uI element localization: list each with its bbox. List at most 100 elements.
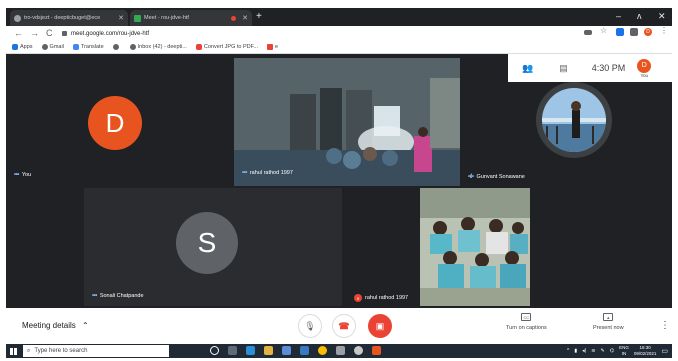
leave-call-button[interactable]: ☎ [332, 314, 356, 338]
apps-grid-icon [12, 44, 18, 50]
participant-tile-sonali: S ••• Sonali Chatpande [84, 188, 342, 306]
tab-meet[interactable]: Meet - rou-jdve-htf ✕ [130, 10, 252, 26]
hang-up-icon: ☎ [338, 320, 350, 331]
tab-strip: tro-vdsjezt - deepticbuget@ece ✕ Meet - … [6, 8, 672, 26]
captions-icon: CC [521, 313, 532, 321]
new-tab-button[interactable]: + [256, 11, 262, 22]
meeting-stage: D ••• You ••• rahul rathod 1997 •ıl• Gun… [6, 54, 672, 308]
star-icon[interactable]: ☆ [600, 26, 608, 35]
participant-tile-gunvant: •ıl• Gunvant Sonawane [462, 82, 672, 186]
pdf-app-icon[interactable] [372, 346, 381, 355]
avatar: D [637, 58, 652, 73]
students-video-image [420, 188, 530, 306]
bookmark-inbox[interactable]: Inbox (42) - deepti... [129, 44, 187, 50]
more-options-icon[interactable]: ⋮ [660, 320, 670, 331]
app-icon[interactable] [336, 346, 345, 355]
chrome-icon[interactable] [318, 346, 327, 355]
store-icon[interactable] [282, 346, 291, 355]
meeting-time: 4:30 PM [591, 63, 626, 73]
reload-button[interactable]: C [46, 28, 53, 38]
windows-logo-icon [9, 347, 17, 355]
volume-icon[interactable]: ◂) [582, 348, 586, 354]
participant-tile-video: ••• rahul rathod 1997 [234, 58, 460, 186]
audio-level-icon: •ıl• [468, 174, 474, 180]
self-avatar-chip[interactable]: D You [637, 58, 652, 78]
url-text: meet.google.com/rou-jdve-htf [71, 30, 150, 37]
notifications-icon[interactable]: ▭ [661, 347, 668, 355]
globe-icon [129, 44, 136, 50]
minimize-button[interactable]: – [616, 11, 621, 21]
start-button[interactable] [6, 344, 20, 358]
bookmark-convert[interactable]: Convert JPG to PDF... [195, 44, 258, 50]
present-screen-icon: ▲ [603, 313, 614, 321]
participant-tile-you: D ••• You [6, 54, 232, 186]
taskbar-apps [210, 346, 381, 355]
chevron-up-icon: ⌃ [82, 321, 89, 330]
taskbar-clock[interactable]: 16:30 09/02/2021 [634, 345, 657, 357]
audio-level-icon: ••• [92, 293, 97, 299]
captions-button[interactable]: CC Turn on captions [506, 313, 547, 331]
meeting-details-button[interactable]: Meeting details ⌃ [22, 321, 89, 330]
file-explorer-icon[interactable] [264, 346, 273, 355]
microphone-button[interactable]: 🎙 [298, 314, 322, 338]
battery-icon[interactable]: ▮ [574, 348, 577, 354]
avatar: D [88, 96, 142, 150]
translate-icon [72, 44, 79, 50]
tray-chevron-icon[interactable]: ^ [567, 348, 569, 354]
converter-icon [195, 44, 202, 50]
people-icon[interactable]: 👥 [522, 63, 533, 74]
participant-name: •ıl• Gunvant Sonawane [468, 174, 525, 180]
wifi-icon[interactable]: ≋ [591, 348, 595, 354]
meeting-top-bar: 👥 ▤ 4:30 PM D You [508, 54, 672, 82]
recording-dot-icon [231, 15, 237, 21]
profile-avatar[interactable]: D [644, 28, 652, 36]
meeting-controls-bar: Meeting details ⌃ 🎙 ☎ ▣ CC Turn on capti… [6, 308, 672, 344]
task-view-icon[interactable] [228, 346, 237, 355]
browser-menu-icon[interactable]: ⋮ [660, 26, 668, 35]
chat-icon[interactable]: ▤ [559, 63, 568, 74]
bookmark-globe[interactable] [112, 44, 121, 50]
meet-favicon-icon [134, 14, 141, 22]
bookmark-gmail-mail[interactable]: e [267, 44, 278, 50]
cortana-icon[interactable] [210, 346, 219, 355]
address-bar[interactable]: meet.google.com/rou-jdve-htf [62, 28, 582, 39]
camera-icon[interactable] [584, 30, 592, 35]
tab-close-icon[interactable]: ✕ [242, 14, 248, 22]
globe-icon [112, 44, 119, 50]
present-now-button[interactable]: ▲ Present now [593, 313, 624, 331]
classroom-video-image [234, 58, 460, 186]
audio-level-icon: ••• [242, 170, 247, 176]
lock-icon [62, 31, 67, 36]
bookmarks-bar: Apps Gmail Translate Inbox (42) - deepti… [6, 41, 672, 54]
back-button[interactable]: ← [14, 28, 23, 38]
taskbar-search-input[interactable]: ⌕ Type here to search [23, 345, 169, 357]
tab-favicon-icon [14, 14, 21, 22]
camera-toggle-button[interactable]: ▣ [368, 314, 392, 338]
restore-button[interactable]: ʌ [637, 11, 642, 21]
windows-taskbar: ⌕ Type here to search ^ ▮ ◂) ≋ ✎ ⌬ ENG I… [6, 344, 672, 358]
globe-icon [41, 44, 48, 50]
bookmark-translate[interactable]: Translate [72, 44, 104, 50]
edge-icon[interactable] [246, 346, 255, 355]
participant-name: ••• You [14, 172, 32, 178]
gmail-icon [267, 44, 273, 50]
network-icon[interactable]: ⌬ [610, 348, 614, 354]
bookmark-apps[interactable]: Apps [12, 44, 33, 50]
participant-name: ••• rahul rathod 1997 [242, 170, 293, 176]
pen-icon[interactable]: ✎ [601, 348, 605, 354]
microphone-icon: 🎙 [304, 320, 316, 331]
bookmark-gmail[interactable]: Gmail [41, 44, 64, 50]
settings-gear-icon[interactable] [354, 346, 363, 355]
avatar: S [176, 212, 238, 274]
puzzle-icon[interactable] [630, 28, 638, 36]
forward-button[interactable]: → [30, 28, 39, 38]
mail-icon[interactable] [300, 346, 309, 355]
mic-off-icon: ✕ [354, 294, 362, 302]
tab-label: Meet - rou-jdve-htf [144, 15, 189, 21]
audio-level-icon: ••• [14, 172, 19, 178]
language-indicator[interactable]: ENG IN [619, 345, 629, 357]
extension-icon[interactable] [616, 28, 624, 36]
tab-close-icon[interactable]: ✕ [118, 14, 124, 22]
tab-gmail[interactable]: tro-vdsjezt - deepticbuget@ece ✕ [10, 10, 128, 26]
close-window-button[interactable]: ✕ [658, 11, 666, 22]
